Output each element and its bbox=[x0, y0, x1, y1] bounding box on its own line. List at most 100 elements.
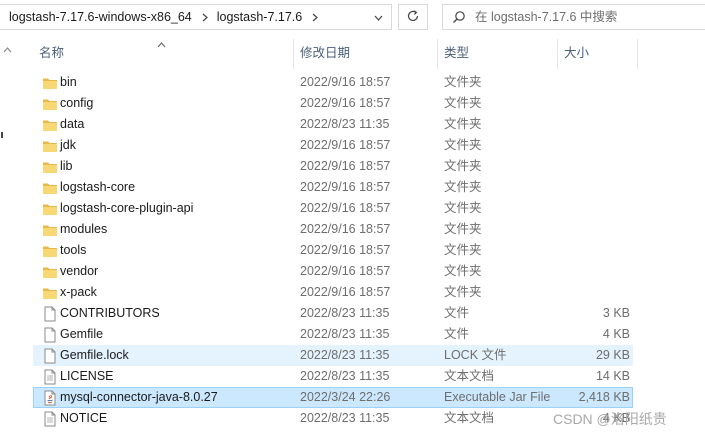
file-type: 文件夹 bbox=[444, 159, 482, 173]
column-divider[interactable] bbox=[437, 39, 438, 69]
file-date: 2022/9/16 18:57 bbox=[300, 243, 391, 257]
file-name: jdk bbox=[60, 138, 76, 152]
folder-icon bbox=[42, 285, 58, 301]
folder-icon bbox=[42, 243, 58, 259]
column-header-date[interactable]: 修改日期 bbox=[300, 36, 350, 70]
sort-ascending-icon bbox=[157, 37, 166, 51]
file-type: 文件夹 bbox=[444, 222, 482, 236]
text-file-icon bbox=[42, 411, 58, 427]
column-header-type[interactable]: 类型 bbox=[444, 36, 469, 70]
chevron-right-icon[interactable] bbox=[192, 5, 208, 29]
file-row-vendor[interactable]: vendor 2022/9/16 18:57 文件夹 bbox=[33, 261, 633, 282]
column-divider[interactable] bbox=[293, 39, 294, 69]
navigation-pane-edge bbox=[0, 36, 14, 437]
file-name: bin bbox=[60, 75, 77, 89]
file-type: 文件夹 bbox=[444, 138, 482, 152]
file-date: 2022/8/23 11:35 bbox=[300, 348, 390, 362]
file-type: 文件夹 bbox=[444, 201, 482, 215]
file-icon bbox=[42, 306, 58, 322]
file-row-gemfile[interactable]: Gemfile 2022/8/23 11:35 文件 4 KB bbox=[33, 324, 633, 345]
file-name: NOTICE bbox=[60, 411, 108, 425]
refresh-icon bbox=[406, 9, 420, 26]
file-row-notice[interactable]: NOTICE 2022/8/23 11:35 文本文档 4 KB bbox=[33, 408, 633, 429]
file-date: 2022/9/16 18:57 bbox=[300, 285, 391, 299]
file-date: 2022/3/24 22:26 bbox=[300, 390, 391, 404]
file-type: 文本文档 bbox=[444, 369, 495, 383]
file-name: Gemfile bbox=[60, 327, 104, 341]
file-date: 2022/8/23 11:35 bbox=[300, 411, 390, 425]
file-name: vendor bbox=[60, 264, 99, 278]
file-type: 文件 bbox=[444, 327, 470, 341]
file-name: config bbox=[60, 96, 94, 110]
file-name: data bbox=[60, 117, 85, 131]
text-file-icon bbox=[42, 369, 58, 385]
file-name: logstash-core-plugin-api bbox=[60, 201, 194, 215]
file-date: 2022/9/16 18:57 bbox=[300, 96, 391, 110]
toolbar: logstash-7.17.6-windows-x86_64 logstash-… bbox=[0, 0, 705, 36]
file-row-jdk[interactable]: jdk 2022/9/16 18:57 文件夹 bbox=[33, 135, 633, 156]
address-history-dropdown[interactable] bbox=[365, 5, 391, 29]
file-name: mysql-connector-java-8.0.27 bbox=[60, 390, 218, 404]
file-row-config[interactable]: config 2022/9/16 18:57 文件夹 bbox=[33, 93, 633, 114]
file-type: 文件夹 bbox=[444, 75, 482, 89]
file-row-tools[interactable]: tools 2022/9/16 18:57 文件夹 bbox=[33, 240, 633, 261]
column-divider[interactable] bbox=[557, 39, 558, 69]
file-type: 文件 bbox=[444, 306, 470, 320]
file-type: Executable Jar File bbox=[444, 390, 551, 404]
folder-icon bbox=[42, 138, 58, 154]
file-name: x-pack bbox=[60, 285, 97, 299]
column-header-size[interactable]: 大小 bbox=[564, 36, 589, 70]
watermark: CSDN @洛阳纸贵 bbox=[553, 411, 667, 427]
file-type: 文件夹 bbox=[444, 264, 482, 278]
breadcrumb-root[interactable]: logstash-7.17.6-windows-x86_64 bbox=[0, 10, 192, 24]
file-date: 2022/8/23 11:35 bbox=[300, 369, 390, 383]
folder-icon bbox=[42, 117, 58, 133]
column-headers: 名称 修改日期 类型 大小 bbox=[0, 36, 705, 70]
file-row-x-pack[interactable]: x-pack 2022/9/16 18:57 文件夹 bbox=[33, 282, 633, 303]
file-date: 2022/8/23 11:35 bbox=[300, 117, 390, 131]
file-size: 2,418 KB bbox=[578, 390, 630, 404]
file-row-bin[interactable]: bin 2022/9/16 18:57 文件夹 bbox=[33, 72, 633, 93]
folder-icon bbox=[42, 222, 58, 238]
file-name: LICENSE bbox=[60, 369, 114, 383]
nav-pane-splitter[interactable] bbox=[1, 132, 3, 138]
file-icon bbox=[42, 327, 58, 343]
file-row-license[interactable]: LICENSE 2022/8/23 11:35 文本文档 14 KB bbox=[33, 366, 633, 387]
file-row-contributors[interactable]: CONTRIBUTORS 2022/8/23 11:35 文件 3 KB bbox=[33, 303, 633, 324]
file-date: 2022/9/16 18:57 bbox=[300, 75, 391, 89]
file-date: 2022/9/16 18:57 bbox=[300, 264, 391, 278]
folder-icon bbox=[42, 96, 58, 112]
file-row-modules[interactable]: modules 2022/9/16 18:57 文件夹 bbox=[33, 219, 633, 240]
folder-icon bbox=[42, 201, 58, 217]
column-header-name[interactable]: 名称 bbox=[39, 36, 64, 70]
file-size: 4 KB bbox=[602, 327, 630, 341]
file-type: 文件夹 bbox=[444, 96, 482, 110]
jar-file-icon bbox=[42, 390, 58, 406]
folder-icon bbox=[42, 159, 58, 175]
refresh-button[interactable] bbox=[398, 4, 428, 30]
file-type: 文件夹 bbox=[444, 180, 482, 194]
folder-icon bbox=[42, 180, 58, 196]
search-input[interactable] bbox=[475, 10, 695, 24]
column-divider[interactable] bbox=[637, 39, 638, 69]
folder-icon bbox=[42, 75, 58, 91]
file-row-lib[interactable]: lib 2022/9/16 18:57 文件夹 bbox=[33, 156, 633, 177]
file-row-data[interactable]: data 2022/8/23 11:35 文件夹 bbox=[33, 114, 633, 135]
address-bar[interactable]: logstash-7.17.6-windows-x86_64 logstash-… bbox=[0, 4, 392, 30]
chevron-right-icon[interactable] bbox=[302, 5, 319, 29]
file-name: modules bbox=[60, 222, 108, 236]
file-row-logstash-core[interactable]: logstash-core 2022/9/16 18:57 文件夹 bbox=[33, 177, 633, 198]
file-type: 文件夹 bbox=[444, 243, 482, 257]
file-date: 2022/9/16 18:57 bbox=[300, 159, 391, 173]
file-icon bbox=[42, 348, 58, 364]
file-row-mysql-connector-java-8-0-27[interactable]: mysql-connector-java-8.0.27 2022/3/24 22:… bbox=[33, 387, 633, 408]
file-row-logstash-core-plugin-api[interactable]: logstash-core-plugin-api 2022/9/16 18:57 文… bbox=[33, 198, 633, 219]
search-box[interactable] bbox=[442, 4, 705, 30]
file-name: Gemfile.lock bbox=[60, 348, 129, 362]
file-row-gemfile-lock[interactable]: Gemfile.lock 2022/8/23 11:35 LOCK 文件 29 KB bbox=[33, 345, 633, 366]
file-name: tools bbox=[60, 243, 87, 257]
breadcrumb-current[interactable]: logstash-7.17.6 bbox=[208, 10, 302, 24]
file-size: 29 KB bbox=[595, 348, 630, 362]
file-date: 2022/9/16 18:57 bbox=[300, 180, 391, 194]
file-name: lib bbox=[60, 159, 73, 173]
